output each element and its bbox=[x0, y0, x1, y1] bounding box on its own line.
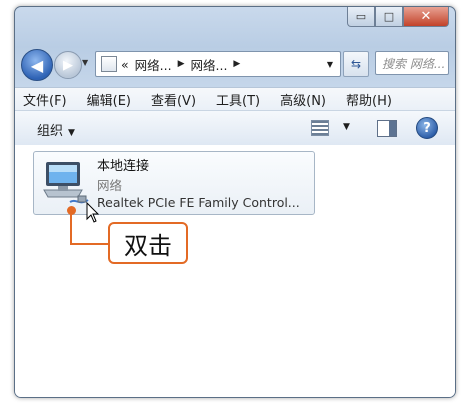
connection-status: 网络 bbox=[97, 178, 123, 193]
refresh-button[interactable]: ⇆ bbox=[343, 51, 369, 77]
change-view-icon[interactable] bbox=[311, 120, 329, 136]
explorer-window: ▭ □ ✕ ◀ ▶ ▼ « 网络... ▶ 网络... ▶ ▼ ⇆ 搜索 网络.… bbox=[14, 6, 456, 398]
arrow-right-icon: ▶ bbox=[63, 57, 73, 73]
connection-device: Realtek PCIe FE Family Control... bbox=[97, 195, 300, 210]
chevron-down-icon: ▼ bbox=[68, 128, 75, 138]
caption-buttons: ▭ □ ✕ bbox=[347, 7, 449, 27]
command-bar: 组织 ▼ ▼ ? bbox=[15, 111, 455, 146]
connection-name: 本地连接 bbox=[97, 159, 150, 174]
minimize-icon: ▭ bbox=[355, 10, 367, 23]
file-list: 本地连接 网络 Realtek PCIe FE Family Control..… bbox=[15, 145, 455, 397]
maximize-button[interactable]: □ bbox=[375, 7, 403, 27]
search-placeholder: 搜索 网络... bbox=[382, 56, 446, 71]
close-button[interactable]: ✕ bbox=[403, 7, 449, 27]
network-folder-icon bbox=[101, 56, 117, 72]
menu-view[interactable]: 查看(V) bbox=[151, 90, 196, 109]
double-click-callout: 双击 bbox=[108, 222, 188, 264]
breadcrumb-chevron-icon[interactable]: ▶ bbox=[178, 59, 185, 69]
organize-button[interactable]: 组织 ▼ bbox=[37, 120, 75, 139]
menu-bar: 文件(F) 编辑(E) 查看(V) 工具(T) 高级(N) 帮助(H) bbox=[15, 87, 455, 111]
history-dropdown[interactable]: ▼ bbox=[82, 58, 88, 67]
mouse-cursor-icon bbox=[86, 202, 100, 223]
address-dropdown-icon[interactable]: ▼ bbox=[320, 60, 340, 69]
organize-label: 组织 bbox=[37, 124, 64, 139]
preview-pane-icon[interactable] bbox=[377, 120, 397, 137]
menu-help[interactable]: 帮助(H) bbox=[346, 90, 392, 109]
breadcrumb-network-1[interactable]: 网络... bbox=[135, 55, 172, 74]
callout-dot bbox=[67, 206, 76, 215]
help-button[interactable]: ? bbox=[416, 117, 438, 139]
menu-advanced[interactable]: 高级(N) bbox=[280, 90, 326, 109]
arrow-left-icon: ◀ bbox=[30, 55, 44, 75]
breadcrumb-network-2[interactable]: 网络... bbox=[191, 55, 228, 74]
close-icon: ✕ bbox=[420, 9, 432, 24]
maximize-icon: □ bbox=[383, 10, 395, 23]
help-icon: ? bbox=[423, 120, 431, 136]
view-dropdown-icon[interactable]: ▼ bbox=[343, 122, 350, 132]
refresh-icon: ⇆ bbox=[350, 57, 362, 71]
menu-edit[interactable]: 编辑(E) bbox=[87, 90, 131, 109]
network-connection-item[interactable]: 本地连接 网络 Realtek PCIe FE Family Control..… bbox=[33, 151, 315, 215]
address-bar[interactable]: « 网络... ▶ 网络... ▶ ▼ bbox=[95, 51, 341, 77]
search-input[interactable]: 搜索 网络... bbox=[375, 51, 449, 75]
back-button[interactable]: ◀ bbox=[21, 49, 53, 81]
breadcrumb-chevron-icon[interactable]: ▶ bbox=[233, 59, 240, 69]
address-overflow[interactable]: « bbox=[121, 57, 129, 72]
callout-label: 双击 bbox=[124, 231, 172, 260]
menu-tools[interactable]: 工具(T) bbox=[216, 90, 260, 109]
menu-file[interactable]: 文件(F) bbox=[23, 90, 67, 109]
forward-button[interactable]: ▶ bbox=[54, 51, 82, 79]
minimize-button[interactable]: ▭ bbox=[347, 7, 375, 27]
navigation-bar: ◀ ▶ ▼ « 网络... ▶ 网络... ▶ ▼ ⇆ 搜索 网络... bbox=[21, 49, 449, 81]
